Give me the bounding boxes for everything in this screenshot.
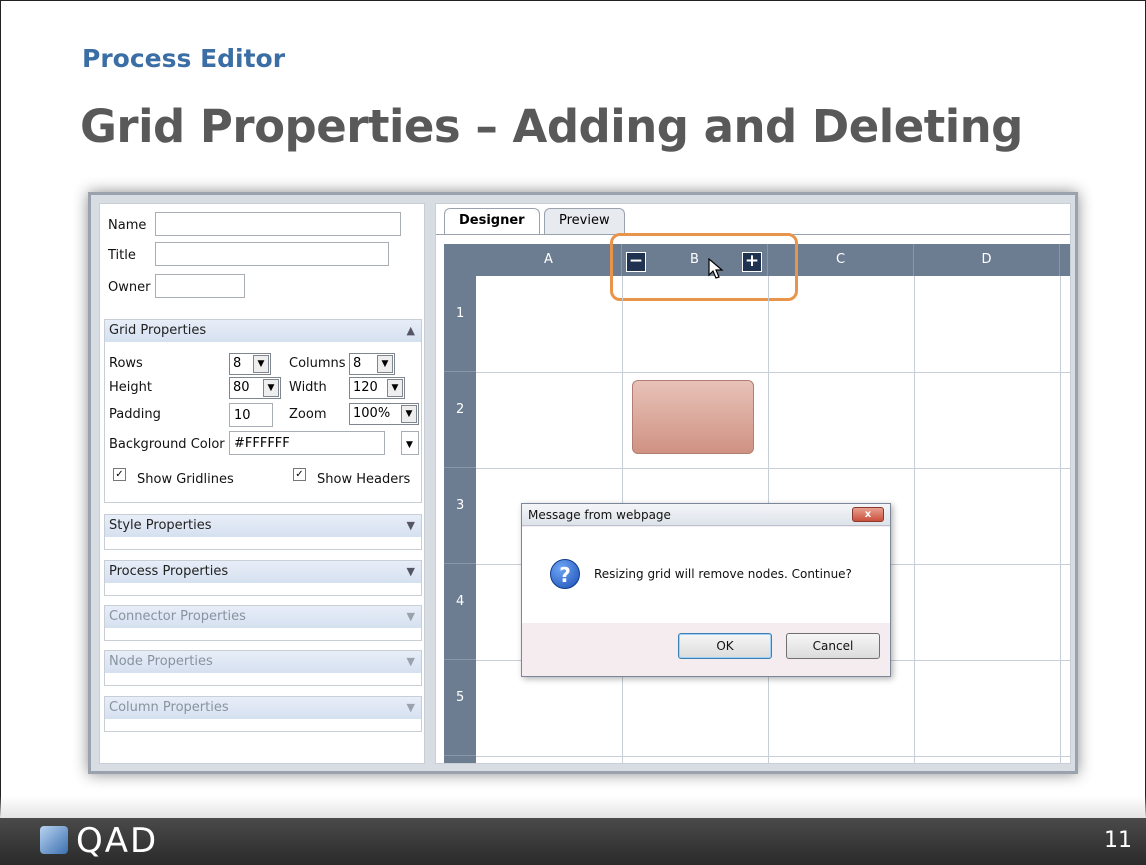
- height-select[interactable]: 80 ▼: [229, 377, 281, 399]
- dropdown-arrow-icon: ▼: [377, 355, 393, 373]
- style-properties-title: Style Properties: [109, 518, 212, 533]
- columns-value: 8: [353, 356, 362, 371]
- column-properties-section: Column Properties ▼: [104, 696, 422, 732]
- node-properties-section: Node Properties ▼: [104, 650, 422, 686]
- padding-input[interactable]: [229, 403, 273, 427]
- row-header-2[interactable]: 2: [444, 372, 476, 468]
- columns-select[interactable]: 8 ▼: [349, 353, 395, 375]
- rows-label: Rows: [109, 356, 143, 371]
- row-header-3[interactable]: 3: [444, 468, 476, 564]
- dialog-titlebar: Message from webpage x: [522, 504, 890, 526]
- column-properties-title: Column Properties: [109, 700, 229, 715]
- designer-panel: Designer Preview A B C D − + 1 2 3 4 5 M…: [435, 203, 1071, 764]
- qad-logo-icon: [40, 826, 68, 854]
- row-header-4[interactable]: 4: [444, 564, 476, 660]
- owner-label: Owner: [108, 280, 151, 295]
- cancel-button[interactable]: Cancel: [786, 633, 880, 659]
- ok-button[interactable]: OK: [678, 633, 772, 659]
- name-input[interactable]: [155, 212, 401, 236]
- slide-title: Grid Properties – Adding and Deleting: [80, 100, 1023, 153]
- process-node[interactable]: [632, 380, 754, 454]
- rows-select[interactable]: 8 ▼: [229, 353, 271, 375]
- width-value: 120: [353, 380, 378, 395]
- grid-properties-title: Grid Properties: [109, 323, 207, 338]
- height-label: Height: [109, 380, 152, 395]
- zoom-label: Zoom: [289, 407, 327, 422]
- chevron-down-icon[interactable]: ▼: [407, 610, 415, 623]
- style-properties-header[interactable]: Style Properties ▼: [105, 515, 421, 537]
- gridline: [1060, 276, 1061, 763]
- slide-footer: [0, 818, 1146, 865]
- column-properties-header[interactable]: Column Properties ▼: [105, 697, 421, 719]
- gridline: [476, 756, 1070, 757]
- grid-properties-section: Grid Properties ▲ Rows 8 ▼ Columns 8 ▼ Hei…: [104, 319, 422, 503]
- width-label: Width: [289, 380, 327, 395]
- qad-logo-text: QAD: [76, 821, 159, 861]
- zoom-value: 100%: [353, 406, 391, 421]
- show-gridlines-label: Show Gridlines: [137, 472, 234, 487]
- chevron-down-icon[interactable]: ▼: [407, 519, 415, 532]
- mouse-pointer-icon: [708, 258, 724, 279]
- bgcolor-input[interactable]: [229, 431, 385, 455]
- style-properties-section: Style Properties ▼: [104, 514, 422, 550]
- column-header-a[interactable]: A: [476, 244, 622, 276]
- padding-label: Padding: [109, 407, 161, 422]
- column-header-partial: [1060, 244, 1070, 276]
- height-value: 80: [233, 380, 250, 395]
- column-header-d[interactable]: D: [914, 244, 1060, 276]
- dropdown-arrow-icon: ▼: [253, 355, 269, 373]
- dialog-title: Message from webpage: [528, 508, 671, 522]
- grid-corner: [444, 244, 476, 276]
- show-gridlines-checkbox[interactable]: ✓: [113, 468, 126, 481]
- gridline: [914, 276, 915, 763]
- title-input[interactable]: [155, 242, 389, 266]
- slide-subtitle: Process Editor: [82, 44, 286, 73]
- properties-panel: Name Title Owner Grid Properties ▲ Rows …: [99, 203, 425, 764]
- chevron-down-icon[interactable]: ▼: [407, 565, 415, 578]
- connector-properties-section: Connector Properties ▼: [104, 605, 422, 641]
- row-header-1[interactable]: 1: [444, 276, 476, 372]
- connector-properties-title: Connector Properties: [109, 609, 246, 624]
- column-controls-highlight: [610, 233, 798, 301]
- owner-input[interactable]: [155, 274, 245, 298]
- dropdown-arrow-icon: ▼: [263, 379, 279, 397]
- row-header-5[interactable]: 5: [444, 660, 476, 756]
- color-picker-button[interactable]: ▼: [401, 431, 419, 455]
- gridline: [476, 468, 1070, 469]
- close-icon[interactable]: x: [852, 507, 884, 522]
- chevron-up-icon[interactable]: ▲: [407, 324, 415, 337]
- grid-properties-header[interactable]: Grid Properties ▲: [105, 320, 421, 342]
- tab-designer[interactable]: Designer: [444, 208, 540, 234]
- page-number: 11: [1104, 828, 1132, 853]
- gridline: [476, 372, 1070, 373]
- name-label: Name: [108, 218, 147, 233]
- width-select[interactable]: 120 ▼: [349, 377, 405, 399]
- dialog-body: ? Resizing grid will remove nodes. Conti…: [522, 527, 890, 623]
- dropdown-arrow-icon: ▼: [387, 379, 403, 397]
- chevron-down-icon[interactable]: ▼: [407, 701, 415, 714]
- row-header-partial: [444, 756, 476, 763]
- dropdown-arrow-icon: ▼: [401, 405, 417, 423]
- process-properties-title: Process Properties: [109, 564, 229, 579]
- title-label: Title: [108, 248, 136, 263]
- process-grid: A B C D − + 1 2 3 4 5 Message from webpa…: [444, 233, 1070, 763]
- tab-preview[interactable]: Preview: [544, 208, 625, 234]
- question-icon: ?: [550, 559, 580, 589]
- show-headers-checkbox[interactable]: ✓: [293, 468, 306, 481]
- process-properties-section: Process Properties ▼: [104, 560, 422, 596]
- screenshot-frame: Name Title Owner Grid Properties ▲ Rows …: [88, 192, 1078, 774]
- footer-fade: [0, 796, 1146, 818]
- bgcolor-label: Background Color: [109, 437, 225, 452]
- node-properties-title: Node Properties: [109, 654, 213, 669]
- columns-label: Columns: [289, 356, 346, 371]
- zoom-select[interactable]: 100% ▼: [349, 403, 419, 425]
- chevron-down-icon[interactable]: ▼: [407, 655, 415, 668]
- confirm-dialog: Message from webpage x ? Resizing grid w…: [521, 503, 891, 677]
- connector-properties-header[interactable]: Connector Properties ▼: [105, 606, 421, 628]
- show-headers-label: Show Headers: [317, 472, 411, 487]
- rows-value: 8: [233, 356, 242, 371]
- process-properties-header[interactable]: Process Properties ▼: [105, 561, 421, 583]
- dialog-message: Resizing grid will remove nodes. Continu…: [594, 567, 852, 581]
- node-properties-header[interactable]: Node Properties ▼: [105, 651, 421, 673]
